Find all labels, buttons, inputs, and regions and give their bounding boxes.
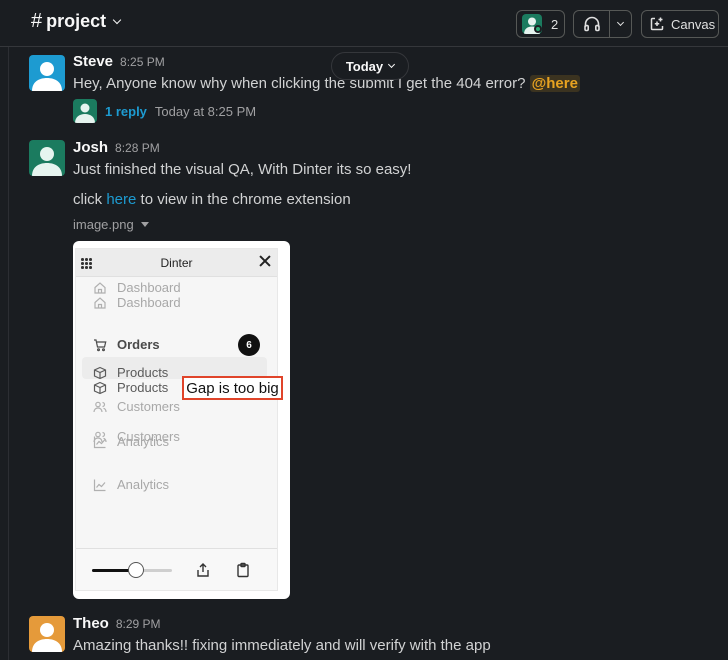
clipboard-icon [237,562,249,578]
users-icon [93,401,107,412]
mention[interactable]: @here [529,75,580,92]
message-text: Hey, Anyone know why when clicking the s… [73,75,580,92]
panel-footer [76,548,277,590]
box-icon [93,366,107,379]
channel-hash: # [31,10,43,32]
nav-item: Orders [93,337,160,352]
nav-item: Products [93,365,168,380]
here-link[interactable]: here [106,191,136,208]
panel-title: Dinter [160,256,193,270]
nav-label: Dashboard [117,295,181,310]
message-text: Amazing thanks!! fixing immediately and … [73,637,491,654]
date-divider-label: Today [345,58,384,74]
share-icon [197,563,209,577]
members-count: 2 [551,16,559,32]
message-text: Just finished the visual QA, With Dinter… [73,161,412,178]
author-name[interactable]: Theo [73,615,109,632]
channel-name-button[interactable]: # project [31,10,122,33]
file-name-toggle[interactable]: image.png [73,217,149,232]
box-icon [93,381,107,394]
reply-count-link[interactable]: 1 reply [105,104,147,119]
chart-icon [93,479,106,491]
headphones-icon [583,16,600,32]
home-icon [94,281,106,294]
author-name[interactable]: Steve [73,53,113,70]
canvas-icon [650,17,664,31]
chart-icon [93,436,106,448]
date-divider-button[interactable]: Today [331,52,409,80]
reply-time: Today at 8:25 PM [154,103,257,119]
orders-badge: 6 [238,334,260,356]
panel-header: Dinter [76,249,277,277]
nav-label: Dashboard [117,280,181,295]
huddle-options-button[interactable] [610,18,631,27]
home-icon [94,296,106,309]
message-header: Theo 8:29 PM [73,615,161,632]
nav-item: Analytics [93,434,169,449]
message-time[interactable]: 8:28 PM [115,141,160,155]
cart-icon [94,338,107,351]
avatar[interactable] [29,616,65,652]
pane-divider [8,47,9,660]
chevron-down-icon [616,18,625,27]
message-time[interactable]: 8:25 PM [120,55,165,69]
message-text-line-2: click here to view in the chrome extensi… [73,191,351,208]
message-time[interactable]: 8:29 PM [116,617,161,631]
close-icon [258,254,272,268]
message-header: Steve 8:25 PM [73,53,165,70]
nav-item: Dashboard [93,295,181,310]
presence-dot [534,25,542,33]
nav-label: Orders [117,337,160,352]
avatar[interactable] [29,55,65,91]
nav-label: Analytics [117,477,170,492]
nav-item: Analytics [93,477,169,492]
avatar[interactable] [29,140,65,176]
extension-panel: Dinter Dashboard Dashboard Orders 6 Prod… [75,248,283,591]
channel-header: # project 2 Canvas [0,0,728,47]
qa-annotation: Gap is too big [182,376,283,400]
nav-label: Customers [117,399,180,414]
canvas-button[interactable]: Canvas [641,10,719,38]
zoom-slider-knob [128,562,144,578]
nav-item: Products [93,380,168,395]
nav-label: Products [117,380,169,395]
author-name[interactable]: Josh [73,139,108,156]
caret-down-icon [140,222,149,227]
channel-name: project [46,11,107,31]
nav-label: Products [117,365,169,380]
nav-label: Analytics [117,434,170,449]
message-body: click [73,191,103,208]
huddle-button-group [573,10,632,38]
headphones-button[interactable] [574,11,610,37]
thread-summary[interactable]: 1 reply Today at 8:25 PM [73,99,256,123]
reply-avatar [73,99,97,123]
image-attachment[interactable]: Dinter Dashboard Dashboard Orders 6 Prod… [73,241,290,599]
nav-item: Customers [93,399,180,414]
message-body: Hey, Anyone know why when clicking the s… [73,75,526,92]
chevron-down-icon [388,60,396,69]
members-button[interactable]: 2 [516,10,565,38]
nav-item: Dashboard [93,280,181,295]
message-body: to view in the chrome extension [140,191,351,208]
canvas-label: Canvas [671,16,716,32]
file-name: image.png [73,217,134,232]
chevron-down-icon [112,15,122,25]
message-header: Josh 8:28 PM [73,139,160,156]
